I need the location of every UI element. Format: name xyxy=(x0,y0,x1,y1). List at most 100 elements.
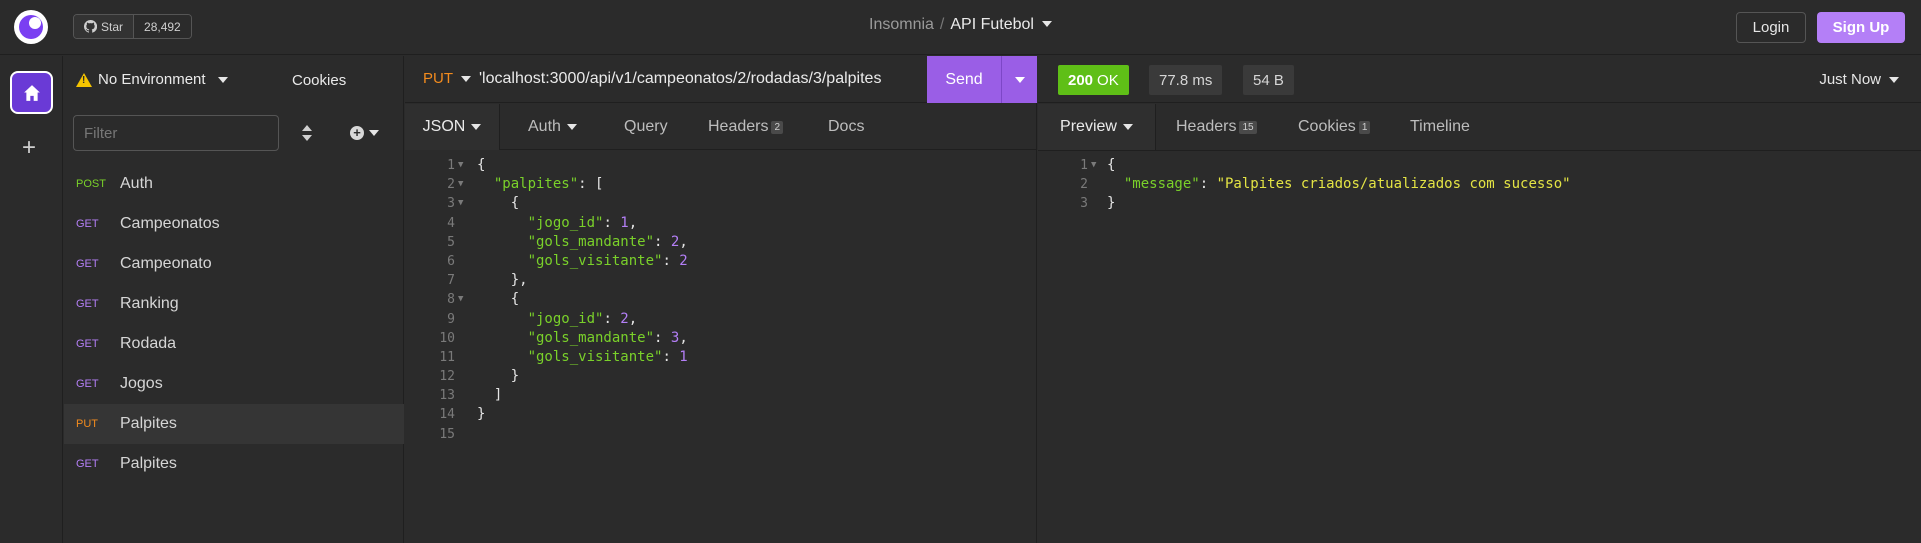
warning-icon: ! xyxy=(76,72,92,87)
send-button[interactable]: Send xyxy=(927,71,1001,89)
request-item-active[interactable]: PUT Palpites xyxy=(64,404,404,444)
code-line: 9 "jogo_id": 2, xyxy=(447,310,638,327)
tab-query[interactable]: Query xyxy=(624,104,668,150)
tab-docs[interactable]: Docs xyxy=(828,104,864,150)
code-line: 2 "message": "Palpites criados/atualizad… xyxy=(1080,176,1571,193)
chevron-down-icon xyxy=(369,130,379,136)
code-line: 2 ▼ "palpites": [ xyxy=(405,175,1037,194)
request-name: Ranking xyxy=(120,295,179,312)
filter-input[interactable] xyxy=(73,115,279,151)
method-selector[interactable]: PUT xyxy=(423,70,471,87)
method-badge: PUT xyxy=(76,418,98,430)
sidebar: ! No Environment Cookies + POST Auth GET C… xyxy=(64,56,404,543)
url-input[interactable]: 'localhost:3000/api/v1/campeonatos/2/rod… xyxy=(479,70,881,88)
cookies-button[interactable]: Cookies xyxy=(292,72,346,89)
request-item[interactable]: GET Campeonato xyxy=(64,244,404,284)
request-body-editor[interactable]: 1 ▼{ 2 ▼ "palpites": [ 3 ▼ { 4 "jogo_id": 1… xyxy=(405,156,1037,444)
request-name: Palpites xyxy=(120,455,177,472)
chevron-down-icon xyxy=(1014,76,1025,83)
tab-headers[interactable]: Headers 2 xyxy=(708,104,784,150)
tab-body-label: JSON xyxy=(422,118,466,135)
fold-icon[interactable]: ▼ xyxy=(458,194,463,213)
request-name: Campeonatos xyxy=(120,215,220,232)
history-label: Just Now xyxy=(1819,71,1881,88)
method-badge: GET xyxy=(76,218,99,230)
method-badge: GET xyxy=(76,258,99,270)
tab-cookies-label: Cookies xyxy=(1298,118,1356,135)
history-dropdown[interactable]: Just Now xyxy=(1819,71,1899,88)
chevron-down-icon xyxy=(471,124,482,130)
send-button-group: Send xyxy=(927,56,1037,103)
cookies-count-badge: 1 xyxy=(1358,120,1371,134)
request-name: Jogos xyxy=(120,375,163,392)
code-line: 8 ▼ { xyxy=(405,290,1037,309)
home-button[interactable] xyxy=(10,71,53,114)
chevron-down-icon xyxy=(566,124,577,130)
tab-auth-label: Auth xyxy=(528,118,561,135)
response-body-viewer: 1 ▼{ 2 "message": "Palpites criados/atual… xyxy=(1038,156,1921,214)
add-request-button[interactable]: + xyxy=(350,126,379,140)
response-pane: 200 OK 77.8 ms 54 B Just Now Preview Head… xyxy=(1038,56,1921,543)
request-item[interactable]: GET Rodada xyxy=(64,324,404,364)
code-line: 4 "jogo_id": 1, xyxy=(447,214,638,231)
code-line: 13 ] xyxy=(439,387,503,404)
request-item[interactable]: GET Campeonatos xyxy=(64,204,404,244)
request-item[interactable]: GET Palpites xyxy=(64,444,404,484)
code-line: 14} xyxy=(439,406,486,423)
fold-icon[interactable]: ▼ xyxy=(458,175,463,194)
tab-cookies[interactable]: Cookies 1 xyxy=(1298,104,1371,150)
fold-icon[interactable]: ▼ xyxy=(1091,156,1096,175)
response-time-badge: 77.8 ms xyxy=(1149,65,1223,95)
tab-headers-label: Headers xyxy=(708,118,769,135)
login-button[interactable]: Login xyxy=(1736,12,1806,43)
headers-count-badge: 15 xyxy=(1239,120,1257,134)
top-bar: Star 28,492 Insomnia / API Futebol Login S… xyxy=(0,0,1921,55)
response-size-badge: 54 B xyxy=(1243,65,1294,95)
plus-circle-icon: + xyxy=(350,126,364,140)
method-badge: POST xyxy=(76,178,106,190)
add-workspace-icon[interactable]: + xyxy=(22,136,36,160)
sort-icon[interactable] xyxy=(301,125,313,141)
environment-row: ! No Environment Cookies xyxy=(64,56,404,104)
request-list: POST Auth GET Campeonatos GET Campeonato GE… xyxy=(64,164,404,484)
method-badge: GET xyxy=(76,338,99,350)
chevron-down-icon xyxy=(1122,124,1133,130)
fold-icon[interactable]: ▼ xyxy=(458,290,463,309)
request-tabs: JSON Auth Query Headers 2 Docs xyxy=(405,104,1037,150)
signup-button[interactable]: Sign Up xyxy=(1817,12,1905,43)
code-line: 15 xyxy=(439,426,455,442)
tab-response-headers[interactable]: Headers 15 xyxy=(1176,104,1257,150)
request-name: Palpites xyxy=(120,415,177,432)
code-line: 10 "gols_mandante": 3, xyxy=(439,329,688,346)
chevron-down-icon xyxy=(461,75,471,82)
method-label: PUT xyxy=(423,70,453,87)
send-options-button[interactable] xyxy=(1001,56,1037,103)
request-name: Campeonato xyxy=(120,255,212,272)
breadcrumb-app[interactable]: Insomnia xyxy=(869,16,934,33)
tab-headers-label: Headers xyxy=(1176,118,1237,135)
headers-count-badge: 2 xyxy=(771,120,784,134)
method-badge: GET xyxy=(76,378,99,390)
request-pane: PUT 'localhost:3000/api/v1/campeonatos/2… xyxy=(405,56,1037,543)
response-status-row: 200 OK 77.8 ms 54 B Just Now xyxy=(1038,56,1921,103)
home-icon xyxy=(23,84,40,101)
breadcrumb-project[interactable]: API Futebol xyxy=(950,16,1034,33)
tab-preview[interactable]: Preview xyxy=(1038,104,1156,150)
url-bar: PUT 'localhost:3000/api/v1/campeonatos/2… xyxy=(405,56,1037,103)
request-item[interactable]: POST Auth xyxy=(64,164,404,204)
fold-icon[interactable]: ▼ xyxy=(458,156,463,175)
code-line: 6 "gols_visitante": 2 xyxy=(447,252,688,269)
chevron-down-icon[interactable] xyxy=(1041,21,1052,27)
request-name: Auth xyxy=(120,175,153,192)
method-badge: GET xyxy=(76,458,99,470)
request-item[interactable]: GET Jogos xyxy=(64,364,404,404)
tab-timeline[interactable]: Timeline xyxy=(1410,104,1470,150)
tab-preview-label: Preview xyxy=(1060,118,1117,135)
chevron-down-icon xyxy=(217,76,228,83)
request-item[interactable]: GET Ranking xyxy=(64,284,404,324)
tab-body[interactable]: JSON xyxy=(405,104,500,150)
environment-selector[interactable]: ! No Environment xyxy=(76,71,228,88)
environment-label: No Environment xyxy=(98,71,206,88)
tab-auth[interactable]: Auth xyxy=(528,104,577,150)
breadcrumb: Insomnia / API Futebol xyxy=(0,16,1921,34)
